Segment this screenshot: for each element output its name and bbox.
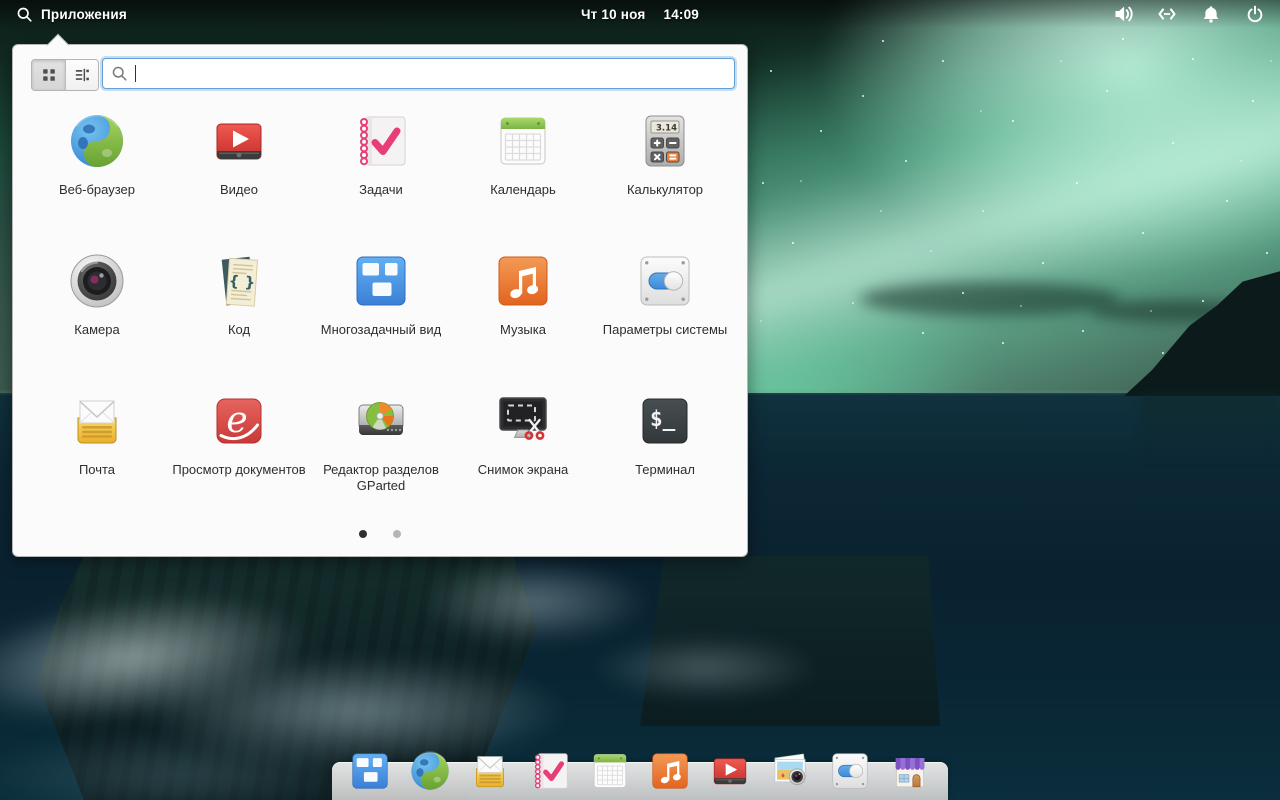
network-icon xyxy=(1156,3,1178,25)
multitasking-view-icon xyxy=(349,249,413,313)
calendar-icon xyxy=(491,109,555,173)
dock-photos[interactable] xyxy=(767,748,813,794)
wallpaper-cliff-reflection xyxy=(1140,394,1280,464)
app-music[interactable]: Музыка xyxy=(452,241,594,381)
app-label: Задачи xyxy=(359,182,403,198)
dock-mail[interactable] xyxy=(467,748,513,794)
notifications-indicator[interactable] xyxy=(1200,3,1222,25)
search-icon xyxy=(111,65,128,82)
screenshot-icon xyxy=(491,389,555,453)
app-label: Календарь xyxy=(490,182,556,198)
terminal-icon xyxy=(633,389,697,453)
app-label: Музыка xyxy=(500,322,546,338)
search-input[interactable] xyxy=(143,66,726,82)
app-grid: Веб-браузер Видео Задачи Календарь Кальк… xyxy=(26,101,736,521)
app-code[interactable]: Код xyxy=(168,241,310,381)
document-viewer-icon xyxy=(207,389,271,453)
dock-system-settings[interactable] xyxy=(827,748,873,794)
app-calendar[interactable]: Календарь xyxy=(452,101,594,241)
app-multitasking-view[interactable]: Многозадачный вид xyxy=(310,241,452,381)
app-web-browser[interactable]: Веб-браузер xyxy=(26,101,168,241)
wallpaper-wave-foam xyxy=(590,636,820,700)
dock-video[interactable] xyxy=(707,748,753,794)
page-switcher xyxy=(13,530,747,538)
volume-icon xyxy=(1112,3,1134,25)
page-dot-2[interactable] xyxy=(393,530,401,538)
app-calculator[interactable]: Калькулятор xyxy=(594,101,736,241)
panel-time: 14:09 xyxy=(663,7,699,22)
app-label: Терминал xyxy=(635,462,695,478)
dock xyxy=(332,748,948,794)
camera-icon xyxy=(65,249,129,313)
app-screenshot[interactable]: Снимок экрана xyxy=(452,381,594,521)
view-switcher xyxy=(31,59,99,91)
app-label: Калькулятор xyxy=(627,182,703,198)
top-panel: Приложения Чт 10 ноя 14:09 xyxy=(0,0,1280,28)
gparted-icon xyxy=(349,389,413,453)
code-icon xyxy=(207,249,271,313)
text-caret xyxy=(135,65,136,82)
app-label: Камера xyxy=(74,322,119,338)
system-settings-icon xyxy=(633,249,697,313)
panel-date: Чт 10 ноя xyxy=(581,7,646,22)
wallpaper-cloud xyxy=(860,282,1120,316)
app-label: Снимок экрана xyxy=(478,462,569,478)
app-label: Видео xyxy=(220,182,258,198)
volume-indicator[interactable] xyxy=(1112,3,1134,25)
dock-multitasking-view[interactable] xyxy=(347,748,393,794)
video-icon xyxy=(207,109,271,173)
grid-view-icon xyxy=(41,67,57,83)
web-browser-icon xyxy=(65,109,129,173)
dock-web-browser[interactable] xyxy=(407,748,453,794)
app-video[interactable]: Видео xyxy=(168,101,310,241)
grid-view-button[interactable] xyxy=(32,60,65,90)
app-document-viewer[interactable]: Просмотр документов xyxy=(168,381,310,521)
session-indicator[interactable] xyxy=(1244,3,1266,25)
dock-appcenter[interactable] xyxy=(887,748,933,794)
panel-indicators xyxy=(1106,0,1272,28)
app-label: Веб-браузер xyxy=(59,182,135,198)
power-icon xyxy=(1245,4,1265,24)
mail-icon xyxy=(65,389,129,453)
app-label: Почта xyxy=(79,462,115,478)
app-label: Код xyxy=(228,322,250,338)
tasks-icon xyxy=(349,109,413,173)
bell-icon xyxy=(1201,4,1221,24)
dock-tasks[interactable] xyxy=(527,748,573,794)
list-view-button[interactable] xyxy=(65,60,98,90)
app-label: Многозадачный вид xyxy=(321,322,441,338)
app-gparted[interactable]: Редактор разделов GParted xyxy=(310,381,452,521)
network-indicator[interactable] xyxy=(1156,3,1178,25)
app-label: Параметры системы xyxy=(603,322,728,338)
app-terminal[interactable]: Терминал xyxy=(594,381,736,521)
dock-calendar[interactable] xyxy=(587,748,633,794)
search-entry[interactable] xyxy=(102,58,735,89)
wallpaper-wave-foam xyxy=(420,560,650,644)
app-mail[interactable]: Почта xyxy=(26,381,168,521)
dock-music[interactable] xyxy=(647,748,693,794)
calculator-icon xyxy=(633,109,697,173)
page-dot-1[interactable] xyxy=(359,530,367,538)
app-label: Просмотр документов xyxy=(172,462,305,478)
app-camera[interactable]: Камера xyxy=(26,241,168,381)
application-launcher: Веб-браузер Видео Задачи Календарь Кальк… xyxy=(12,44,748,557)
app-label: Редактор разделов GParted xyxy=(312,462,450,495)
app-system-settings[interactable]: Параметры системы xyxy=(594,241,736,381)
datetime-indicator[interactable]: Чт 10 ноя 14:09 xyxy=(0,0,1280,28)
music-icon xyxy=(491,249,555,313)
list-view-icon xyxy=(74,67,90,83)
app-tasks[interactable]: Задачи xyxy=(310,101,452,241)
